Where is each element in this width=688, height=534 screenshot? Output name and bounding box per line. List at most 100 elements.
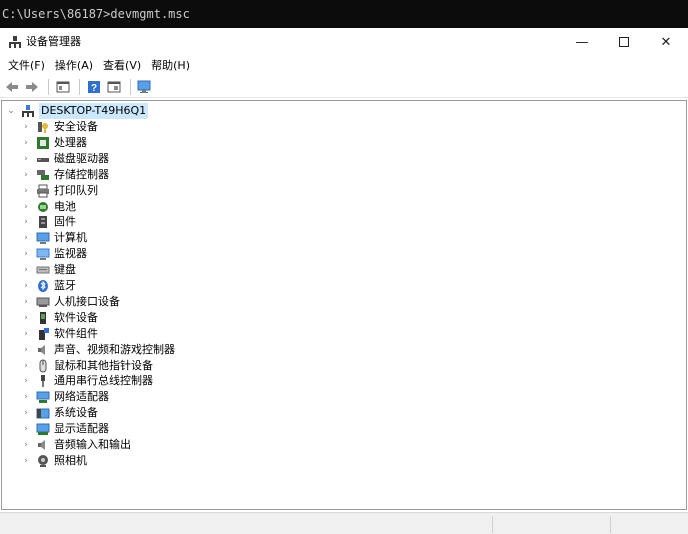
maximize-button[interactable] (604, 28, 644, 56)
status-pane (610, 516, 611, 533)
expand-chevron-icon[interactable]: › (21, 440, 31, 450)
expand-chevron-icon[interactable]: › (21, 456, 31, 466)
tree-root[interactable]: ⌄ DESKTOP-T49H6Q1 (6, 103, 149, 119)
expand-chevron-icon[interactable]: › (21, 233, 31, 243)
expand-chevron-icon[interactable]: › (21, 202, 31, 212)
hid-icon (35, 294, 51, 310)
tree-item-label: 打印队列 (54, 183, 98, 197)
expand-chevron-icon[interactable]: › (21, 376, 31, 386)
tree-item[interactable]: › 显示适配器 (21, 421, 109, 437)
tree-item-label: 鼠标和其他指针设备 (54, 358, 153, 372)
expand-chevron-icon[interactable]: › (21, 154, 31, 164)
expand-chevron-icon[interactable]: › (21, 424, 31, 434)
minimize-button[interactable]: — (562, 28, 602, 56)
expand-chevron-icon[interactable]: › (21, 313, 31, 323)
menu-help[interactable]: 帮助(H) (146, 56, 195, 76)
back-button[interactable] (3, 78, 21, 96)
tree-item-label: 固件 (54, 215, 76, 229)
menu-bar: 文件(F) 操作(A) 查看(V) 帮助(H) (0, 56, 688, 76)
tree-item[interactable]: › 处理器 (21, 135, 87, 151)
audio-io-icon (35, 437, 51, 453)
printer-icon (35, 183, 51, 199)
properties-icon (56, 81, 70, 92)
expand-chevron-icon[interactable]: › (21, 138, 31, 148)
properties-button[interactable] (54, 78, 72, 96)
tree-item[interactable]: › 磁盘驱动器 (21, 151, 109, 167)
tree-item-label: 处理器 (54, 135, 87, 149)
toolbar: ? (0, 76, 688, 98)
tree-item[interactable]: › 打印队列 (21, 183, 98, 199)
expand-chevron-icon[interactable]: › (21, 345, 31, 355)
expand-chevron-icon[interactable]: › (21, 122, 31, 132)
device-manager-icon (8, 35, 22, 49)
expand-chevron-icon[interactable]: › (21, 329, 31, 339)
monitor-icon (137, 80, 151, 93)
tree-item[interactable]: › 监视器 (21, 246, 87, 262)
firmware-icon (35, 214, 51, 230)
computer-icon (20, 103, 36, 119)
tree-item-label: 计算机 (54, 231, 87, 245)
close-button[interactable]: ✕ (646, 28, 686, 56)
disk-drive-icon (35, 151, 51, 167)
system-device-icon (35, 405, 51, 421)
expand-chevron-icon[interactable]: › (21, 249, 31, 259)
tree-item[interactable]: › 软件设备 (21, 310, 98, 326)
expand-chevron-icon[interactable]: › (21, 392, 31, 402)
tree-item[interactable]: › 安全设备 (21, 119, 98, 135)
tree-item[interactable]: › 网络适配器 (21, 389, 109, 405)
view-button[interactable] (105, 78, 123, 96)
tree-item[interactable]: › 软件组件 (21, 326, 98, 342)
window-title: 设备管理器 (26, 35, 81, 48)
minimize-icon: — (575, 34, 589, 50)
expand-chevron-icon[interactable]: › (21, 281, 31, 291)
expand-chevron-icon[interactable]: › (21, 217, 31, 227)
tree-item[interactable]: › 键盘 (21, 262, 76, 278)
console-command-line: C:\Users\86187>devmgmt.msc (0, 0, 688, 28)
display-monitor-icon (35, 246, 51, 262)
tree-item[interactable]: › 照相机 (21, 453, 87, 469)
tree-item[interactable]: › 音频输入和输出 (21, 437, 131, 453)
bluetooth-icon (35, 278, 51, 294)
menu-action[interactable]: 操作(A) (50, 56, 98, 76)
computer-monitor-icon (35, 230, 51, 246)
tree-item[interactable]: › 鼠标和其他指针设备 (21, 358, 153, 374)
expand-chevron-icon[interactable]: › (21, 361, 31, 371)
tree-item[interactable]: › 人机接口设备 (21, 294, 120, 310)
device-tree[interactable]: ⌄ DESKTOP-T49H6Q1 › 安全设备 › 处理器 › 磁盘驱动器 › 存储控制器 ›… (1, 100, 687, 510)
forward-button[interactable] (23, 78, 41, 96)
tree-item[interactable]: › 存储控制器 (21, 167, 109, 183)
expand-chevron-icon[interactable]: › (21, 297, 31, 307)
expand-chevron-icon[interactable]: › (21, 265, 31, 275)
menu-view[interactable]: 查看(V) (98, 56, 146, 76)
collapse-chevron-icon[interactable]: ⌄ (6, 106, 16, 116)
software-component-icon (35, 326, 51, 342)
storage-controller-icon (35, 167, 51, 183)
forward-icon (26, 81, 38, 92)
tree-item[interactable]: › 系统设备 (21, 405, 98, 421)
expand-chevron-icon[interactable]: › (21, 170, 31, 180)
expand-chevron-icon[interactable]: › (21, 408, 31, 418)
tree-item[interactable]: › 计算机 (21, 230, 87, 246)
tree-root-label: DESKTOP-T49H6Q1 (39, 103, 149, 119)
toolbar-separator (48, 78, 49, 95)
keyboard-icon (35, 262, 51, 278)
help-button[interactable]: ? (85, 78, 103, 96)
tree-item[interactable]: › 通用串行总线控制器 (21, 373, 153, 389)
tree-item-label: 照相机 (54, 453, 87, 467)
tree-item-label: 网络适配器 (54, 390, 109, 404)
tree-item[interactable]: › 电池 (21, 199, 76, 215)
expand-chevron-icon[interactable]: › (21, 186, 31, 196)
scan-hardware-button[interactable] (136, 78, 154, 96)
tree-item[interactable]: › 声音、视频和游戏控制器 (21, 342, 175, 358)
tree-item-label: 监视器 (54, 247, 87, 261)
mouse-icon (35, 358, 51, 374)
tree-item[interactable]: › 固件 (21, 214, 76, 230)
tree-item-label: 安全设备 (54, 120, 98, 133)
tree-item-label: 显示适配器 (54, 422, 109, 436)
network-adapter-icon (35, 389, 51, 405)
tree-item-label: 系统设备 (54, 406, 98, 420)
security-key-icon (35, 119, 51, 135)
tree-item-label: 通用串行总线控制器 (54, 374, 153, 388)
menu-file[interactable]: 文件(F) (3, 56, 50, 76)
tree-item[interactable]: › 蓝牙 (21, 278, 76, 294)
